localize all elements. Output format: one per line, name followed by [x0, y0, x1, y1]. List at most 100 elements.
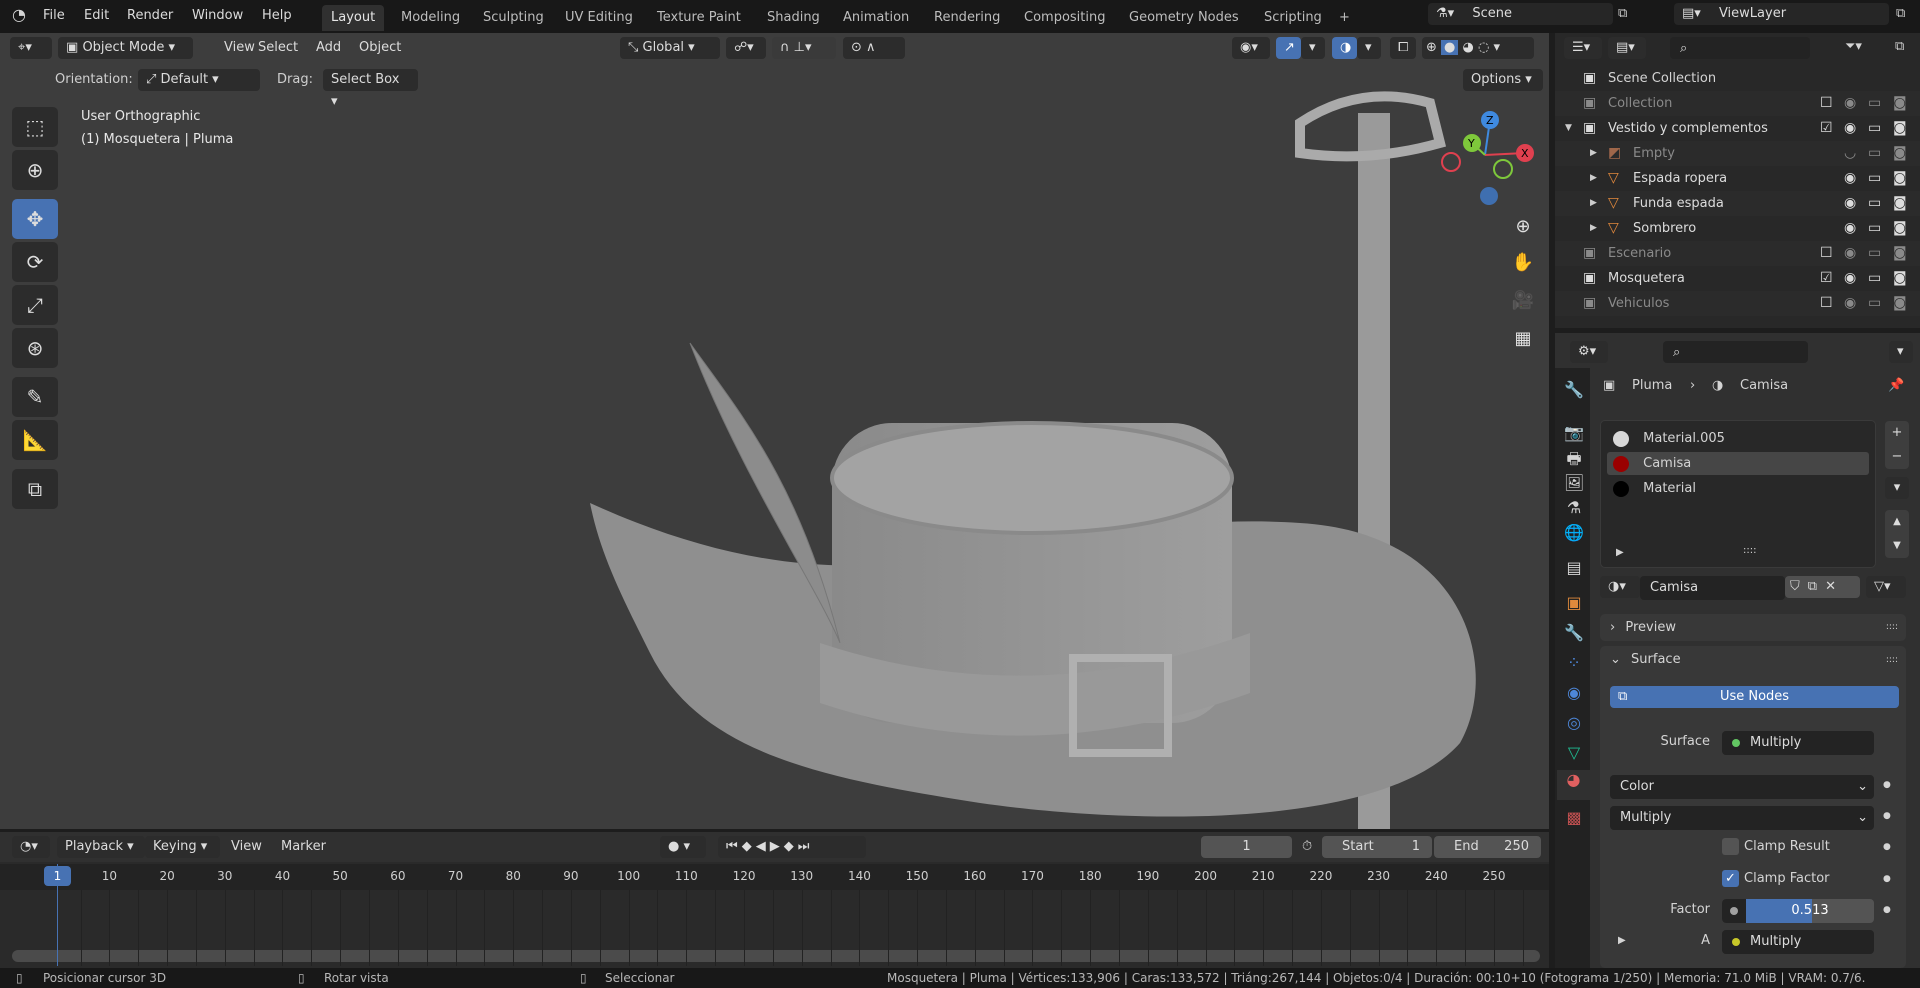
eye-icon[interactable]: ◉ — [1844, 191, 1856, 216]
menu-object[interactable]: Object — [353, 37, 407, 59]
remove-slot-button[interactable]: − — [1885, 445, 1909, 469]
eye-icon[interactable]: ◉ — [1844, 166, 1856, 191]
menu-help[interactable]: Help — [256, 5, 298, 27]
outliner-row[interactable]: ▣ Escenario ☐ ◉ ▭ ◙ — [1555, 241, 1920, 266]
jump-end-icon[interactable]: ⏭ — [798, 839, 814, 854]
preview-panel-header[interactable]: › Preview :::: — [1600, 614, 1906, 641]
constraints-tab-icon[interactable]: ◎ — [1564, 713, 1584, 732]
wireframe-shading-icon[interactable]: ⊕ — [1426, 40, 1437, 55]
surface-panel-header[interactable]: ⌄ Surface :::: — [1600, 646, 1906, 674]
monitor-icon[interactable]: ▭ — [1868, 116, 1881, 141]
collection-tab-icon[interactable]: ▤ — [1564, 558, 1584, 577]
surface-shader-field[interactable]: Multiply — [1722, 731, 1874, 755]
pivot-button[interactable]: ☍▾ — [726, 37, 766, 59]
checkbox-unchecked-icon[interactable]: ☐ — [1820, 241, 1833, 266]
blend-mode-dropdown[interactable]: Multiply ⌄ — [1610, 806, 1874, 830]
editor-type-button[interactable]: ⌖▾ — [10, 37, 52, 59]
properties-options[interactable]: ▾ — [1889, 341, 1913, 363]
browse-material-button[interactable]: ◑▾ — [1600, 576, 1640, 598]
add-slot-button[interactable]: + — [1885, 421, 1909, 445]
checkbox-checked-icon[interactable]: ☑ — [1820, 266, 1833, 291]
transform-orientation-dropdown[interactable]: ⤡ Global ▾ — [620, 37, 720, 59]
outliner-row[interactable]: ▣ Vehiculos ☐ ◉ ▭ ◙ — [1555, 291, 1920, 316]
menu-render[interactable]: Render — [121, 5, 179, 27]
tab-animation[interactable]: Animation — [834, 5, 918, 31]
outliner-row[interactable]: ▶ ▽ Espada ropera ◉ ▭ ◙ — [1555, 166, 1920, 191]
drag-handle-icon[interactable]: :::: — [1886, 614, 1898, 641]
camera-icon[interactable]: ◙ — [1893, 291, 1907, 316]
menu-add[interactable]: Add — [310, 37, 347, 59]
unlink-material-icon[interactable]: ✕ — [1825, 579, 1844, 594]
orientation-dropdown[interactable]: ⤢ Default ▾ — [138, 69, 260, 91]
monitor-icon[interactable]: ▭ — [1868, 241, 1881, 266]
checkbox-checked-icon[interactable]: ☑ — [1820, 116, 1833, 141]
modifier-tab-icon[interactable]: 🔧 — [1564, 623, 1584, 642]
monitor-icon[interactable]: ▭ — [1868, 141, 1881, 166]
use-nodes-button[interactable]: ⧉ Use Nodes — [1610, 686, 1899, 708]
new-scene-icon[interactable]: ⧉ — [1618, 6, 1627, 21]
select-box-tool[interactable]: ⬚ — [12, 107, 58, 147]
duplicate-material-icon[interactable]: ⧉ — [1808, 579, 1825, 594]
texture-tab-icon[interactable]: ▩ — [1564, 808, 1584, 827]
eye-icon[interactable]: ◉ — [1844, 266, 1856, 291]
timeline-scrollbar[interactable] — [12, 950, 1540, 962]
world-tab-icon[interactable]: 🌐 — [1564, 523, 1584, 542]
playhead-frame[interactable]: 1 — [44, 866, 71, 886]
outliner-row[interactable]: ▶ ▽ Funda espada ◉ ▭ ◙ — [1555, 191, 1920, 216]
play-icon[interactable]: ▶ — [770, 839, 784, 854]
material-tab-icon[interactable]: ◕ — [1557, 770, 1590, 800]
current-frame-field[interactable]: 1 — [1201, 836, 1292, 858]
a-input-field[interactable]: Multiply — [1722, 930, 1874, 954]
collapsed-arrow-icon[interactable]: ▶ — [1590, 191, 1597, 216]
ortho-toggle-button[interactable]: ▦ — [1508, 324, 1538, 354]
navigation-gizmo[interactable]: Z X Y — [1430, 105, 1540, 215]
object-tab-icon[interactable]: ▣ — [1564, 593, 1584, 612]
eye-icon[interactable]: ◉ — [1844, 116, 1856, 141]
monitor-icon[interactable]: ▭ — [1868, 291, 1881, 316]
transform-tool[interactable]: ⊛ — [12, 328, 58, 368]
start-frame-field[interactable]: Start 1 — [1322, 836, 1432, 858]
outliner-row[interactable]: ▶ ▽ Sombrero ◉ ▭ ◙ — [1555, 216, 1920, 241]
tab-geometry-nodes[interactable]: Geometry Nodes — [1120, 5, 1248, 31]
pan-button[interactable]: ✋ — [1508, 248, 1538, 278]
solid-shading-icon[interactable]: ● — [1441, 40, 1459, 55]
proportional-edit-button[interactable]: ⊙ ∧ — [843, 37, 905, 59]
link-mode-button[interactable]: ▽▾ — [1866, 576, 1906, 598]
camera-icon[interactable]: ◙ — [1893, 216, 1907, 241]
expand-input-icon[interactable]: ▶ — [1618, 935, 1626, 946]
properties-search[interactable]: ⌕ — [1663, 341, 1808, 363]
pin-icon[interactable]: 📌 — [1888, 378, 1904, 393]
scene-collection-row[interactable]: ▣ Scene Collection — [1555, 66, 1920, 91]
checkbox-unchecked-icon[interactable]: ☐ — [1820, 291, 1833, 316]
outliner-row[interactable]: ▼ ▣ Vestido y complementos ☑ ◉ ▭ ◙ — [1555, 116, 1920, 141]
timeline-editor-type[interactable]: ◔▾ — [12, 836, 50, 858]
scene-selector[interactable]: ⚗▾ Scene — [1428, 3, 1613, 25]
camera-icon[interactable]: ◙ — [1893, 166, 1907, 191]
factor-slider[interactable]: 0.513 — [1722, 899, 1874, 923]
new-collection-icon[interactable]: ⧉ — [1895, 39, 1904, 54]
jump-start-icon[interactable]: ⏮ — [726, 839, 742, 854]
menu-window[interactable]: Window — [186, 5, 249, 27]
clamp-factor-checkbox[interactable]: ✓ — [1722, 870, 1739, 887]
color-type-dropdown[interactable]: Color ⌄ — [1610, 775, 1874, 799]
move-slot-down-button[interactable]: ▼ — [1885, 534, 1909, 558]
tab-compositing[interactable]: Compositing — [1015, 5, 1115, 31]
3d-viewport[interactable] — [0, 33, 1549, 858]
add-workspace-button[interactable]: + — [1330, 5, 1359, 31]
gizmo-neg-y[interactable] — [1493, 159, 1513, 179]
playback-menu[interactable]: Playback ▾ — [57, 836, 145, 858]
new-view-layer-icon[interactable]: ⧉ — [1896, 6, 1905, 21]
cursor-tool[interactable]: ⊕ — [12, 150, 58, 190]
collapsed-arrow-icon[interactable]: ▶ — [1590, 216, 1597, 241]
keyframe-dot-icon[interactable]: ● — [1883, 811, 1891, 821]
keying-menu[interactable]: Keying ▾ — [145, 836, 220, 858]
expand-list-icon[interactable]: ▶ — [1616, 547, 1624, 558]
tab-rendering[interactable]: Rendering — [925, 5, 1009, 31]
tab-uv-editing[interactable]: UV Editing — [556, 5, 642, 31]
view-layer-tab-icon[interactable]: 🖼 — [1564, 473, 1584, 492]
object-mode-dropdown[interactable]: ▣ Object Mode ▾ — [58, 37, 193, 59]
drag-handle-icon[interactable]: :::: — [1886, 646, 1898, 674]
prev-keyframe-icon[interactable]: ◆ — [742, 839, 756, 854]
camera-view-button[interactable]: 🎥 — [1508, 286, 1538, 316]
menu-edit[interactable]: Edit — [78, 5, 115, 27]
